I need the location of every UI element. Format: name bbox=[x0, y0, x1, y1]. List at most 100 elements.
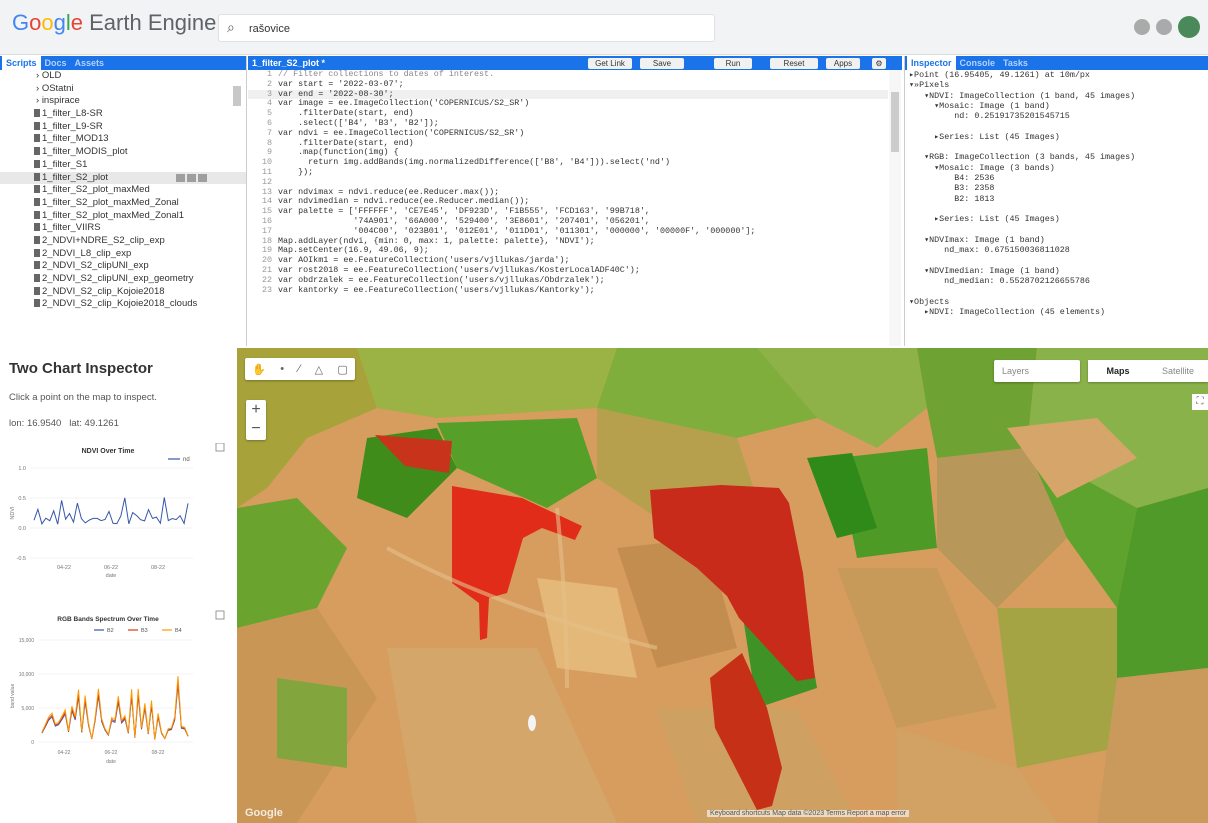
inspector-line[interactable] bbox=[909, 255, 1208, 265]
search-input[interactable] bbox=[249, 19, 689, 39]
script-file[interactable]: 1_filter_L9-SR bbox=[0, 121, 246, 134]
code-text: return img.addBands(img.normalizedDiffer… bbox=[278, 157, 671, 168]
line-tool-icon[interactable]: ∕ bbox=[298, 363, 300, 375]
inspector-line[interactable] bbox=[909, 204, 1208, 214]
inspector-line[interactable]: ▾NDVI: ImageCollection (1 band, 45 image… bbox=[909, 91, 1208, 101]
tab-tasks[interactable]: Tasks bbox=[999, 56, 1032, 70]
inspector-line[interactable]: ▾RGB: ImageCollection (3 bands, 45 image… bbox=[909, 152, 1208, 162]
rgb-chart-popout-icon[interactable] bbox=[215, 610, 225, 620]
code-line[interactable]: 11 }); bbox=[248, 167, 888, 178]
script-file[interactable]: 2_NDVI_S2_clip_Kojoie2018 bbox=[0, 286, 246, 299]
inspector-line[interactable] bbox=[909, 224, 1208, 234]
script-file[interactable]: 1_filter_S1 bbox=[0, 158, 246, 172]
rename-icon[interactable] bbox=[187, 173, 196, 182]
ndvi-map-layer[interactable] bbox=[237, 348, 1208, 823]
inspector-line[interactable]: ▾Mosaic: Image (3 bands) bbox=[909, 163, 1208, 173]
zoom-out-button[interactable]: − bbox=[246, 419, 266, 438]
script-file[interactable]: 2_NDVI+NDRE_S2_clip_exp bbox=[0, 235, 246, 248]
inspector-line[interactable]: ▾Mosaic: Image (1 band) bbox=[909, 101, 1208, 111]
inspector-line[interactable]: B2: 1813 bbox=[909, 194, 1208, 204]
inspector-line[interactable]: nd_max: 0.675150036811028 bbox=[909, 245, 1208, 255]
script-file[interactable]: 2_NDVI_L8_clip_exp bbox=[0, 248, 246, 261]
script-file[interactable]: 2_NDVI_S2_clip_Kojoie2018_clouds bbox=[0, 298, 246, 311]
inspector-line[interactable]: ▸Series: List (45 Images) bbox=[909, 132, 1208, 142]
tab-scripts[interactable]: Scripts bbox=[2, 56, 41, 70]
tab-console[interactable]: Console bbox=[956, 56, 1000, 70]
delete-icon[interactable] bbox=[198, 173, 207, 182]
feedback-icon[interactable] bbox=[1156, 19, 1172, 35]
editor-file-tab[interactable]: 1_filter_S2_plot * bbox=[252, 56, 325, 70]
inspector-line[interactable]: ▸NDVI: ImageCollection (45 elements) bbox=[909, 307, 1208, 317]
apps-button[interactable]: Apps bbox=[826, 58, 860, 69]
line-number: 2 bbox=[266, 78, 272, 89]
get-link-button[interactable]: Get Link bbox=[588, 58, 632, 69]
hand-tool-icon[interactable]: ✋ bbox=[252, 363, 266, 376]
point-tool-icon[interactable]: • bbox=[280, 363, 284, 375]
rgb-legend-b2: B2 bbox=[107, 628, 114, 634]
map-view[interactable]: ✋ • ∕ △ ▢ + − Layers Maps Satellite ⛶ Go… bbox=[237, 348, 1208, 823]
script-label: 2_NDVI_S2_clip_Kojoie2018_clouds bbox=[42, 298, 198, 310]
inspector-line[interactable]: nd_median: 0.5528702126655786 bbox=[909, 276, 1208, 286]
editor-scrollbar[interactable] bbox=[889, 70, 901, 346]
reset-button[interactable]: Reset bbox=[770, 58, 818, 69]
code-area[interactable]: 1 // Filter collections to dates of inter… bbox=[248, 70, 888, 346]
tab-assets[interactable]: Assets bbox=[71, 56, 109, 70]
script-file[interactable]: 1_filter_VIIRS bbox=[0, 222, 246, 235]
help-icon[interactable] bbox=[1134, 19, 1150, 35]
map-field bbox=[357, 348, 617, 418]
script-file[interactable]: 1_filter_L8-SR bbox=[0, 108, 246, 121]
avatar[interactable] bbox=[1178, 16, 1200, 38]
polygon-tool-icon[interactable]: △ bbox=[315, 363, 323, 376]
script-file[interactable]: 1_filter_S2_plot_maxMed bbox=[0, 184, 246, 197]
rgb-gridlines bbox=[38, 639, 193, 743]
script-file[interactable]: 1_filter_S2_plot_maxMed_Zonal1 bbox=[0, 210, 246, 223]
inspector-line[interactable] bbox=[909, 286, 1208, 296]
earth-engine-logo[interactable]: Google Earth Engine bbox=[12, 10, 216, 36]
script-folder[interactable]: › inspirace bbox=[0, 95, 246, 108]
rgb-xtick: 04-22 bbox=[58, 750, 71, 756]
fullscreen-icon[interactable]: ⛶ bbox=[1192, 394, 1208, 410]
script-file[interactable]: 1_filter_MOD13 bbox=[0, 133, 246, 146]
map-type-satellite[interactable]: Satellite bbox=[1148, 360, 1208, 382]
layers-button[interactable]: Layers bbox=[994, 360, 1080, 382]
rgb-xtick: 08-22 bbox=[152, 750, 165, 756]
save-button[interactable]: Save bbox=[640, 58, 684, 69]
script-folder[interactable]: › OLD bbox=[0, 70, 246, 83]
script-label: 1_filter_S1 bbox=[42, 158, 88, 170]
inspector-line[interactable] bbox=[909, 142, 1208, 152]
rectangle-tool-icon[interactable]: ▢ bbox=[337, 363, 347, 376]
inspector-line[interactable]: ▸Point (16.95405, 49.1261) at 10m/px bbox=[909, 70, 1208, 80]
ndvi-chart-popout-icon[interactable] bbox=[215, 442, 225, 452]
inspector-line[interactable]: ▾»Pixels bbox=[909, 80, 1208, 90]
inspector-line[interactable]: B3: 2358 bbox=[909, 183, 1208, 193]
script-folder[interactable]: › OStatni bbox=[0, 83, 246, 96]
inspector-line[interactable]: ▾Objects bbox=[909, 297, 1208, 307]
map-type-map[interactable]: Maps bbox=[1088, 360, 1148, 382]
inspector-line[interactable] bbox=[909, 121, 1208, 131]
file-icon bbox=[34, 210, 40, 219]
script-file[interactable]: 2_NDVI_S2_clipUNI_exp bbox=[0, 260, 246, 273]
inspector-line[interactable]: ▸Series: List (45 Images) bbox=[909, 214, 1208, 224]
code-line[interactable]: 10 return img.addBands(img.normalizedDif… bbox=[248, 157, 888, 168]
scripts-scrollbar[interactable] bbox=[233, 70, 243, 346]
tab-docs[interactable]: Docs bbox=[41, 56, 71, 70]
code-text: var ndvi = ee.ImageCollection('COPERNICU… bbox=[278, 127, 525, 138]
script-file[interactable]: 2_NDVI_S2_clipUNI_exp_geometry bbox=[0, 273, 246, 286]
rgb-chart: RGB Bands Spectrum Over Time B2 B3 B4 15… bbox=[8, 606, 232, 776]
script-file[interactable]: 1_filter_S2_plot_maxMed_Zonal bbox=[0, 197, 246, 210]
search-box[interactable]: ⌕ bbox=[218, 14, 715, 42]
code-line[interactable]: 23 var kantorky = ee.FeatureCollection('u… bbox=[248, 285, 888, 296]
tab-inspector[interactable]: Inspector bbox=[907, 56, 956, 70]
script-file[interactable]: 1_filter_S2_plot bbox=[0, 171, 246, 185]
rgb-ytick: 0 bbox=[31, 740, 34, 746]
inspector-line[interactable]: ▾NDVImedian: Image (1 band) bbox=[909, 266, 1208, 276]
inspector-line[interactable]: ▾NDVImax: Image (1 band) bbox=[909, 235, 1208, 245]
settings-gear-icon[interactable]: ⚙ bbox=[872, 58, 886, 69]
run-button[interactable]: Run bbox=[714, 58, 752, 69]
inspector-line[interactable]: nd: 0.25191735201545715 bbox=[909, 111, 1208, 121]
script-file[interactable]: 1_filter_MODIS_plot bbox=[0, 146, 246, 159]
ndvi-legend-label: nd bbox=[183, 457, 190, 463]
zoom-in-button[interactable]: + bbox=[246, 400, 266, 419]
share-icon[interactable] bbox=[176, 173, 185, 182]
inspector-line[interactable]: B4: 2536 bbox=[909, 173, 1208, 183]
